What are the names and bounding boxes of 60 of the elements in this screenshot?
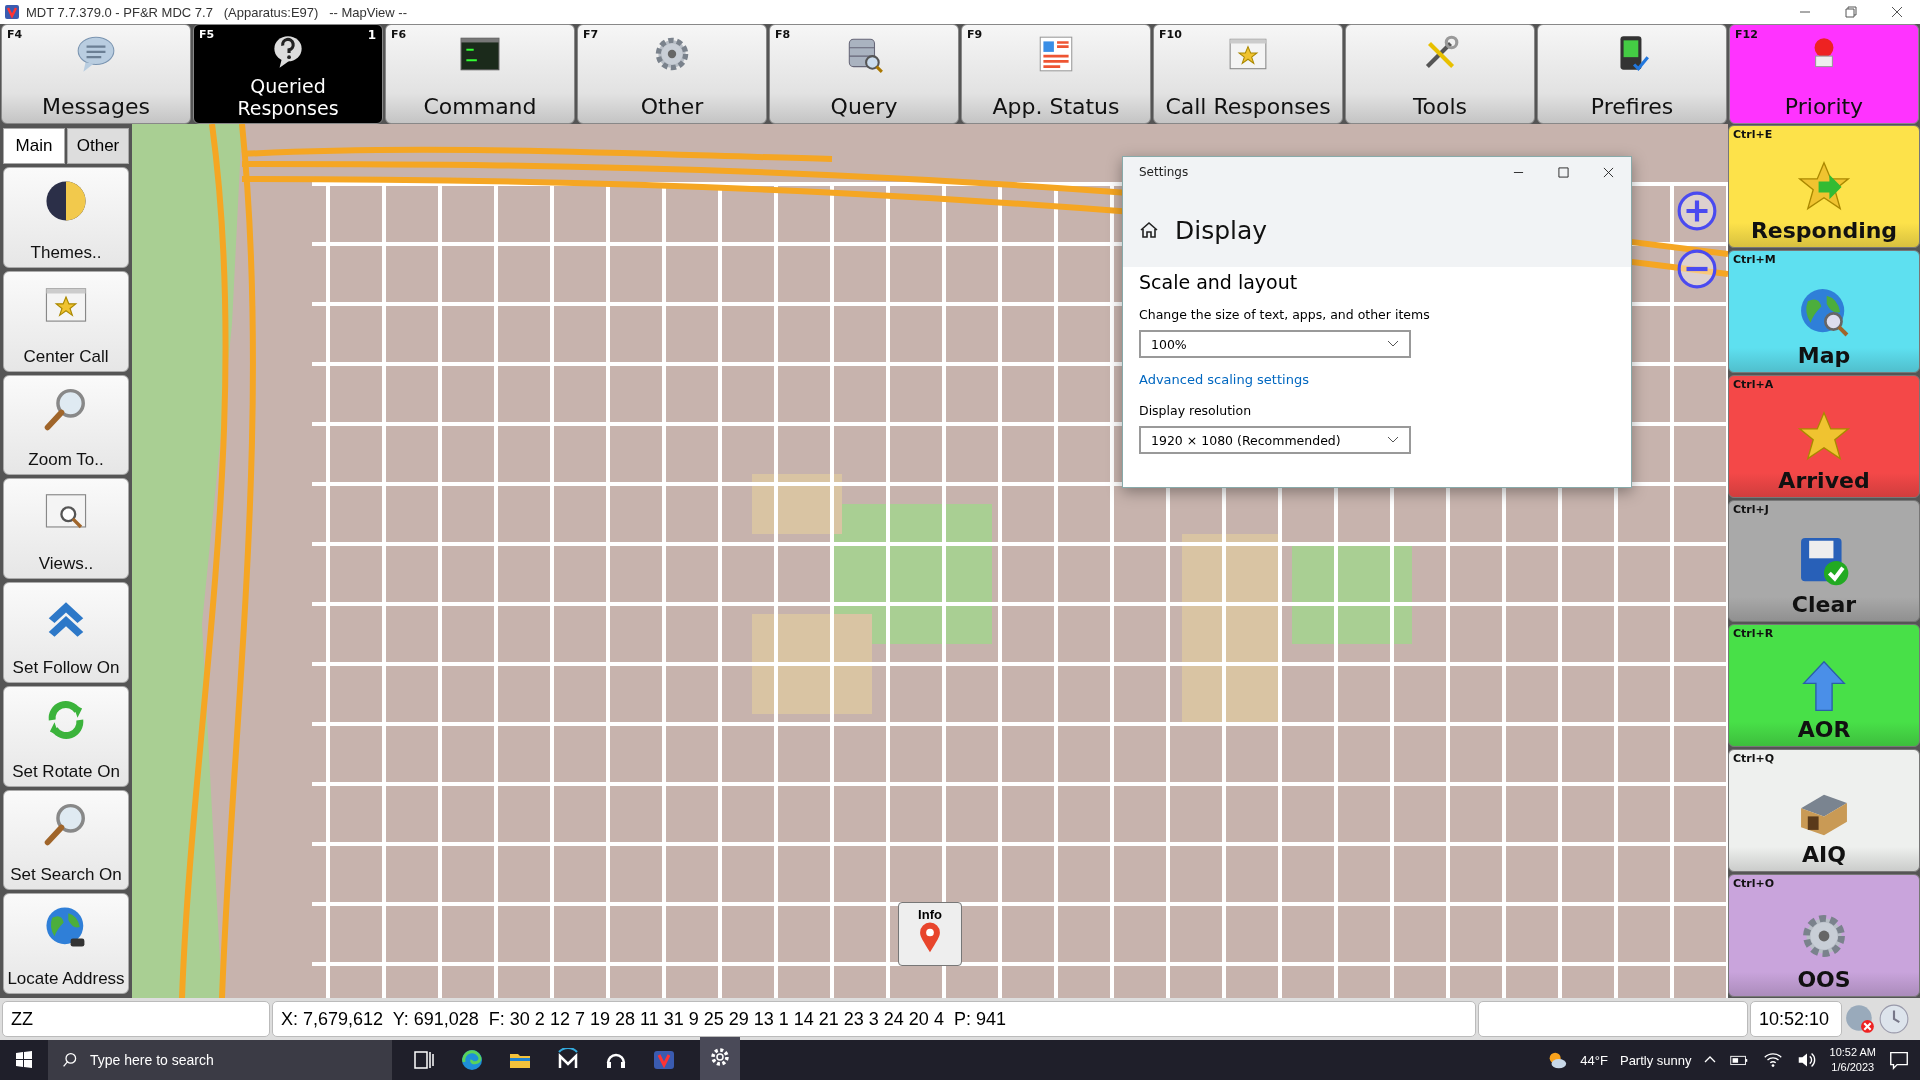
zoom-out-icon[interactable]	[1676, 248, 1718, 290]
advanced-scaling-link[interactable]: Advanced scaling settings	[1139, 372, 1309, 387]
taskbar-date: 1/6/2023	[1831, 1060, 1875, 1075]
map-tool-button[interactable]: Set Follow On	[3, 582, 129, 683]
page-heading: Display	[1175, 215, 1268, 245]
toolbar-button[interactable]: F9 App. Status	[961, 24, 1151, 124]
status-button[interactable]: Ctrl+M Map	[1728, 249, 1920, 373]
status-button[interactable]: Ctrl+R AOR	[1728, 624, 1920, 748]
status-button[interactable]: Ctrl+E Responding	[1728, 125, 1920, 248]
section-heading: Scale and layout	[1139, 271, 1298, 293]
toolbar-button[interactable]: F5 1 Queried Responses	[193, 24, 383, 124]
map-tool-button[interactable]: Set Rotate On	[3, 685, 129, 787]
map-tool-button[interactable]: Themes..	[3, 167, 129, 268]
info-button[interactable]: Info	[898, 902, 962, 966]
task-view-icon[interactable]	[412, 1048, 436, 1072]
weather-condition: Partly sunny	[1619, 1052, 1692, 1068]
toolbar-button[interactable]: F4 Messages	[1, 24, 191, 124]
coordinates-readout: X: 7,679,612 Y: 691,028 F: 30 2 12 7 19 28 11 31 9 25 29 13 1 14 21 23 3 24 20 4 P: 941	[272, 1001, 1476, 1037]
clock-readout: 10:52:10	[1750, 1001, 1842, 1037]
zoom-in-icon[interactable]	[1676, 190, 1718, 232]
taskbar-search-field[interactable]: Type here to search	[48, 1040, 392, 1080]
resolution-dropdown[interactable]: 1920 × 1080 (Recommended)	[1139, 426, 1411, 454]
toolbar-button[interactable]: F7 Other	[577, 24, 767, 124]
toolbar-button[interactable]: F12 Priority	[1729, 24, 1919, 124]
toolbar-button[interactable]: F10 Call Responses	[1153, 24, 1343, 124]
toolbar-button[interactable]: F6 Command	[385, 24, 575, 124]
app-logo-icon[interactable]	[652, 1048, 676, 1072]
panel-tab[interactable]: Other	[67, 128, 129, 164]
field-label: Display resolution	[1139, 403, 1252, 418]
chevron-down-icon	[1387, 436, 1399, 444]
map-tool-button[interactable]: Set Search On	[3, 789, 129, 891]
window-title: MDT 7.7.379.0 - PF&R MDC 7.7 (Apparatus:E97) -- MapView --	[26, 4, 407, 20]
map-tool-button[interactable]: Center Call	[3, 270, 129, 372]
browser-icon[interactable]	[460, 1048, 484, 1072]
toolbar-button[interactable]: Tools	[1345, 24, 1535, 124]
weather-temperature: 44°F	[1580, 1052, 1608, 1068]
status-button[interactable]: Ctrl+Q AIQ	[1728, 749, 1920, 873]
status-button[interactable]: Ctrl+A Arrived	[1728, 374, 1920, 498]
taskbar-time: 10:52 AM	[1829, 1045, 1876, 1060]
scale-dropdown[interactable]: 100%	[1139, 330, 1411, 358]
status-field: ZZ	[2, 1001, 270, 1037]
app-logo-icon	[4, 4, 20, 20]
chevron-down-icon	[1387, 340, 1399, 348]
disconnected-globe-icon	[1844, 1003, 1876, 1035]
toolbar-button[interactable]: F8 Query	[769, 24, 959, 124]
settings-icon[interactable]	[708, 1045, 732, 1069]
search-icon	[62, 1052, 78, 1068]
settings-title: Settings	[1139, 165, 1189, 179]
home-icon[interactable]	[1139, 220, 1159, 240]
notification-icon[interactable]	[1888, 1049, 1910, 1071]
toolbar-button[interactable]: Prefires	[1537, 24, 1727, 124]
status-button[interactable]: Ctrl+O OOS	[1728, 874, 1920, 997]
map-tool-button[interactable]: Locate Address	[3, 893, 129, 994]
status-button[interactable]: Ctrl+J Clear	[1728, 499, 1920, 623]
map-tool-button[interactable]: Views..	[3, 478, 129, 579]
panel-tab[interactable]: Main	[3, 128, 65, 164]
map-pin-icon	[919, 922, 941, 954]
clock-icon	[1878, 1003, 1910, 1035]
map-tool-button[interactable]: Zoom To..	[3, 374, 129, 476]
field-label: Change the size of text, apps, and other items	[1139, 307, 1430, 322]
